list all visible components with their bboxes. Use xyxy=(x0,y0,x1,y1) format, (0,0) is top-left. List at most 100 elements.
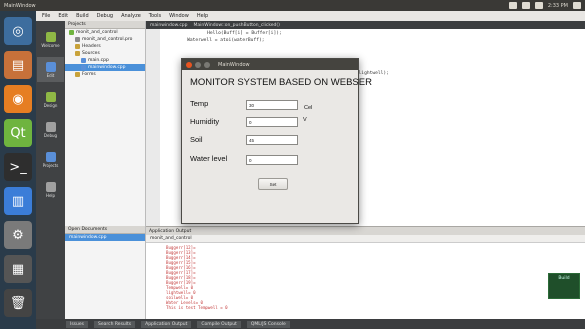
output-run-tab[interactable]: monit_and_control xyxy=(146,235,585,243)
debug-mode-icon xyxy=(45,121,56,132)
settings-icon[interactable]: ⚙ xyxy=(4,221,32,249)
code-line: Waterwell = atoi(waterBuff); xyxy=(176,38,265,43)
keyboard-icon[interactable] xyxy=(521,2,530,9)
file-icon xyxy=(75,44,80,49)
output-header: Application Output xyxy=(146,227,585,235)
menu-item-tools[interactable]: Tools xyxy=(149,13,161,19)
mode-welcome[interactable]: Welcome xyxy=(37,27,64,52)
system-tray: 2:33 PM xyxy=(508,2,581,9)
temp-field[interactable]: 30 xyxy=(246,100,298,110)
mode-design[interactable]: Design xyxy=(37,87,64,112)
soil-label: Soil xyxy=(190,135,203,144)
mode-debug[interactable]: Debug xyxy=(37,117,64,142)
humidity-field[interactable]: 0 xyxy=(246,117,298,127)
water-level-field[interactable]: 0 xyxy=(246,155,298,165)
application-output-pane: Application Output monit_and_control Bug… xyxy=(146,226,585,319)
project-tree-item[interactable]: mainwindow.cpp xyxy=(65,64,145,71)
help-mode-icon xyxy=(45,181,56,192)
file-icon xyxy=(81,58,86,63)
temp-unit: Cel xyxy=(304,105,313,111)
projects-mode-icon xyxy=(45,151,56,162)
soil-field[interactable]: 45 xyxy=(246,135,298,145)
mode-help[interactable]: Help xyxy=(37,177,64,202)
editor-symbol-tab[interactable]: MainWindow::on_pushButton_clicked() xyxy=(194,23,280,28)
tree-item-label: Forms xyxy=(82,72,96,77)
menu-bar: File Edit Build Debug Analyze Tools Window Help xyxy=(36,11,585,21)
files-icon[interactable]: ▤ xyxy=(4,51,32,79)
menu-item-edit[interactable]: Edit xyxy=(58,13,68,19)
writer-icon[interactable]: ▥ xyxy=(4,187,32,215)
close-icon[interactable] xyxy=(186,61,192,68)
mainwindow-dialog: MainWindow MONITOR SYSTEM BASED ON WEBSE… xyxy=(181,58,372,224)
build-badge-label: Build xyxy=(558,276,570,281)
mode-selector: Welcome Edit Design Debug Projects Help xyxy=(36,21,65,329)
dialog-titlebar[interactable]: MainWindow xyxy=(182,59,358,70)
menu-item-analyze[interactable]: Analyze xyxy=(121,13,141,19)
project-tree-item[interactable]: main.cpp xyxy=(65,57,145,64)
power-icon[interactable] xyxy=(573,2,581,9)
open-document-item[interactable]: mainwindow.cpp xyxy=(65,234,145,241)
dialog-title: MainWindow xyxy=(218,61,250,68)
unity-launcher: ◎ ▤ ◉ Qt >_ ▥ ⚙ ▦ 🗑 xyxy=(0,11,36,329)
menu-item-file[interactable]: File xyxy=(42,13,50,19)
minimize-icon[interactable] xyxy=(195,61,201,68)
terminal-icon[interactable]: >_ xyxy=(4,153,32,181)
mode-label: Help xyxy=(45,192,56,198)
mode-label: Welcome xyxy=(41,42,60,48)
set-button[interactable]: Set xyxy=(258,178,288,190)
mode-label: Projects xyxy=(42,162,59,168)
tree-item-label: monit_and_control xyxy=(76,30,118,35)
trash-icon[interactable]: 🗑 xyxy=(4,289,32,317)
open-documents-pane: Open Documents mainwindow.cpp xyxy=(65,226,146,319)
line-number-gutter xyxy=(146,29,160,226)
mode-label: Design xyxy=(43,102,58,108)
build-status-badge[interactable]: Build xyxy=(548,273,580,299)
output-pane-tab[interactable]: Compile Output xyxy=(197,320,241,328)
volume-icon[interactable] xyxy=(534,2,543,9)
top-panel: MainWindow 2:33 PM xyxy=(0,0,585,11)
project-tree-item[interactable]: monit_and_control.pro xyxy=(65,36,145,43)
active-window-title: MainWindow xyxy=(4,2,36,9)
maximize-icon[interactable] xyxy=(204,61,210,68)
firefox-icon[interactable]: ◉ xyxy=(4,85,32,113)
file-icon xyxy=(75,37,80,42)
workspace-icon[interactable]: ▦ xyxy=(4,255,32,283)
file-icon xyxy=(69,30,74,35)
tree-item-label: main.cpp xyxy=(88,58,109,63)
tree-item-label: Headers xyxy=(82,44,101,49)
file-icon xyxy=(81,65,86,70)
temp-label: Temp xyxy=(190,99,209,108)
dash-icon[interactable]: ◎ xyxy=(4,17,32,45)
project-tree-item[interactable]: Sources xyxy=(65,50,145,57)
open-documents-header[interactable]: Open Documents xyxy=(65,226,145,234)
tree-item-label: monit_and_control.pro xyxy=(82,37,133,42)
edit-mode-icon xyxy=(45,61,56,72)
projects-header[interactable]: Projects xyxy=(65,21,145,29)
output-pane-tab[interactable]: Search Results xyxy=(93,320,136,328)
network-icon[interactable] xyxy=(508,2,517,9)
welcome-mode-icon xyxy=(45,31,56,42)
output-line: This is test Tempwell = 0 xyxy=(166,305,228,310)
editor-tab-bar: mainwindow.cpp MainWindow::on_pushButton… xyxy=(146,21,585,29)
mode-label: Edit xyxy=(46,72,55,78)
menu-item-window[interactable]: Window xyxy=(169,13,189,19)
menu-item-help[interactable]: Help xyxy=(197,13,208,19)
tree-item-label: mainwindow.cpp xyxy=(88,65,126,70)
output-pane-tab[interactable]: Application Output xyxy=(141,320,192,328)
mode-projects[interactable]: Projects xyxy=(37,147,64,172)
clock[interactable]: 2:33 PM xyxy=(548,3,568,9)
output-pane-tab[interactable]: Issues xyxy=(66,320,88,328)
qtcreator-icon[interactable]: Qt xyxy=(4,119,32,147)
editor-file-tab[interactable]: mainwindow.cpp xyxy=(150,23,188,28)
tree-item-label: Sources xyxy=(82,51,100,56)
output-pane-tab[interactable]: QML/JS Console xyxy=(246,320,290,328)
water-level-label: Water level xyxy=(190,154,228,163)
project-tree-item[interactable]: Forms xyxy=(65,71,145,78)
file-icon xyxy=(75,51,80,56)
project-tree-item[interactable]: Headers xyxy=(65,43,145,50)
mode-edit[interactable]: Edit xyxy=(37,57,64,82)
humidity-unit: V xyxy=(303,117,307,123)
menu-item-build[interactable]: Build xyxy=(76,13,89,19)
project-tree-item[interactable]: monit_and_control xyxy=(65,29,145,36)
menu-item-debug[interactable]: Debug xyxy=(97,13,113,19)
